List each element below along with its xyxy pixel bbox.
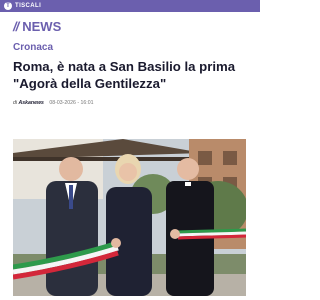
section-header: // NEWS	[13, 19, 61, 34]
brand-name[interactable]: TISCALI	[15, 3, 41, 9]
tiscali-logo-icon[interactable]: T	[4, 2, 12, 10]
section-slashes: //	[13, 19, 19, 34]
article-headline: Roma, è nata a San Basilio la prima "Ago…	[13, 59, 236, 91]
top-bar: T TISCALI	[0, 0, 260, 12]
byline-date: 08-03-2026 - 16:01	[49, 100, 94, 106]
article-category[interactable]: Cronaca	[13, 42, 53, 53]
article-photo	[13, 139, 246, 296]
section-title[interactable]: NEWS	[22, 19, 61, 34]
article-byline: di Askanews 08-03-2026 - 16:01	[13, 100, 93, 106]
ribbon-cutting-illustration	[13, 139, 246, 296]
byline-prefix: di	[13, 100, 18, 106]
byline-author[interactable]: Askanews	[19, 100, 44, 106]
